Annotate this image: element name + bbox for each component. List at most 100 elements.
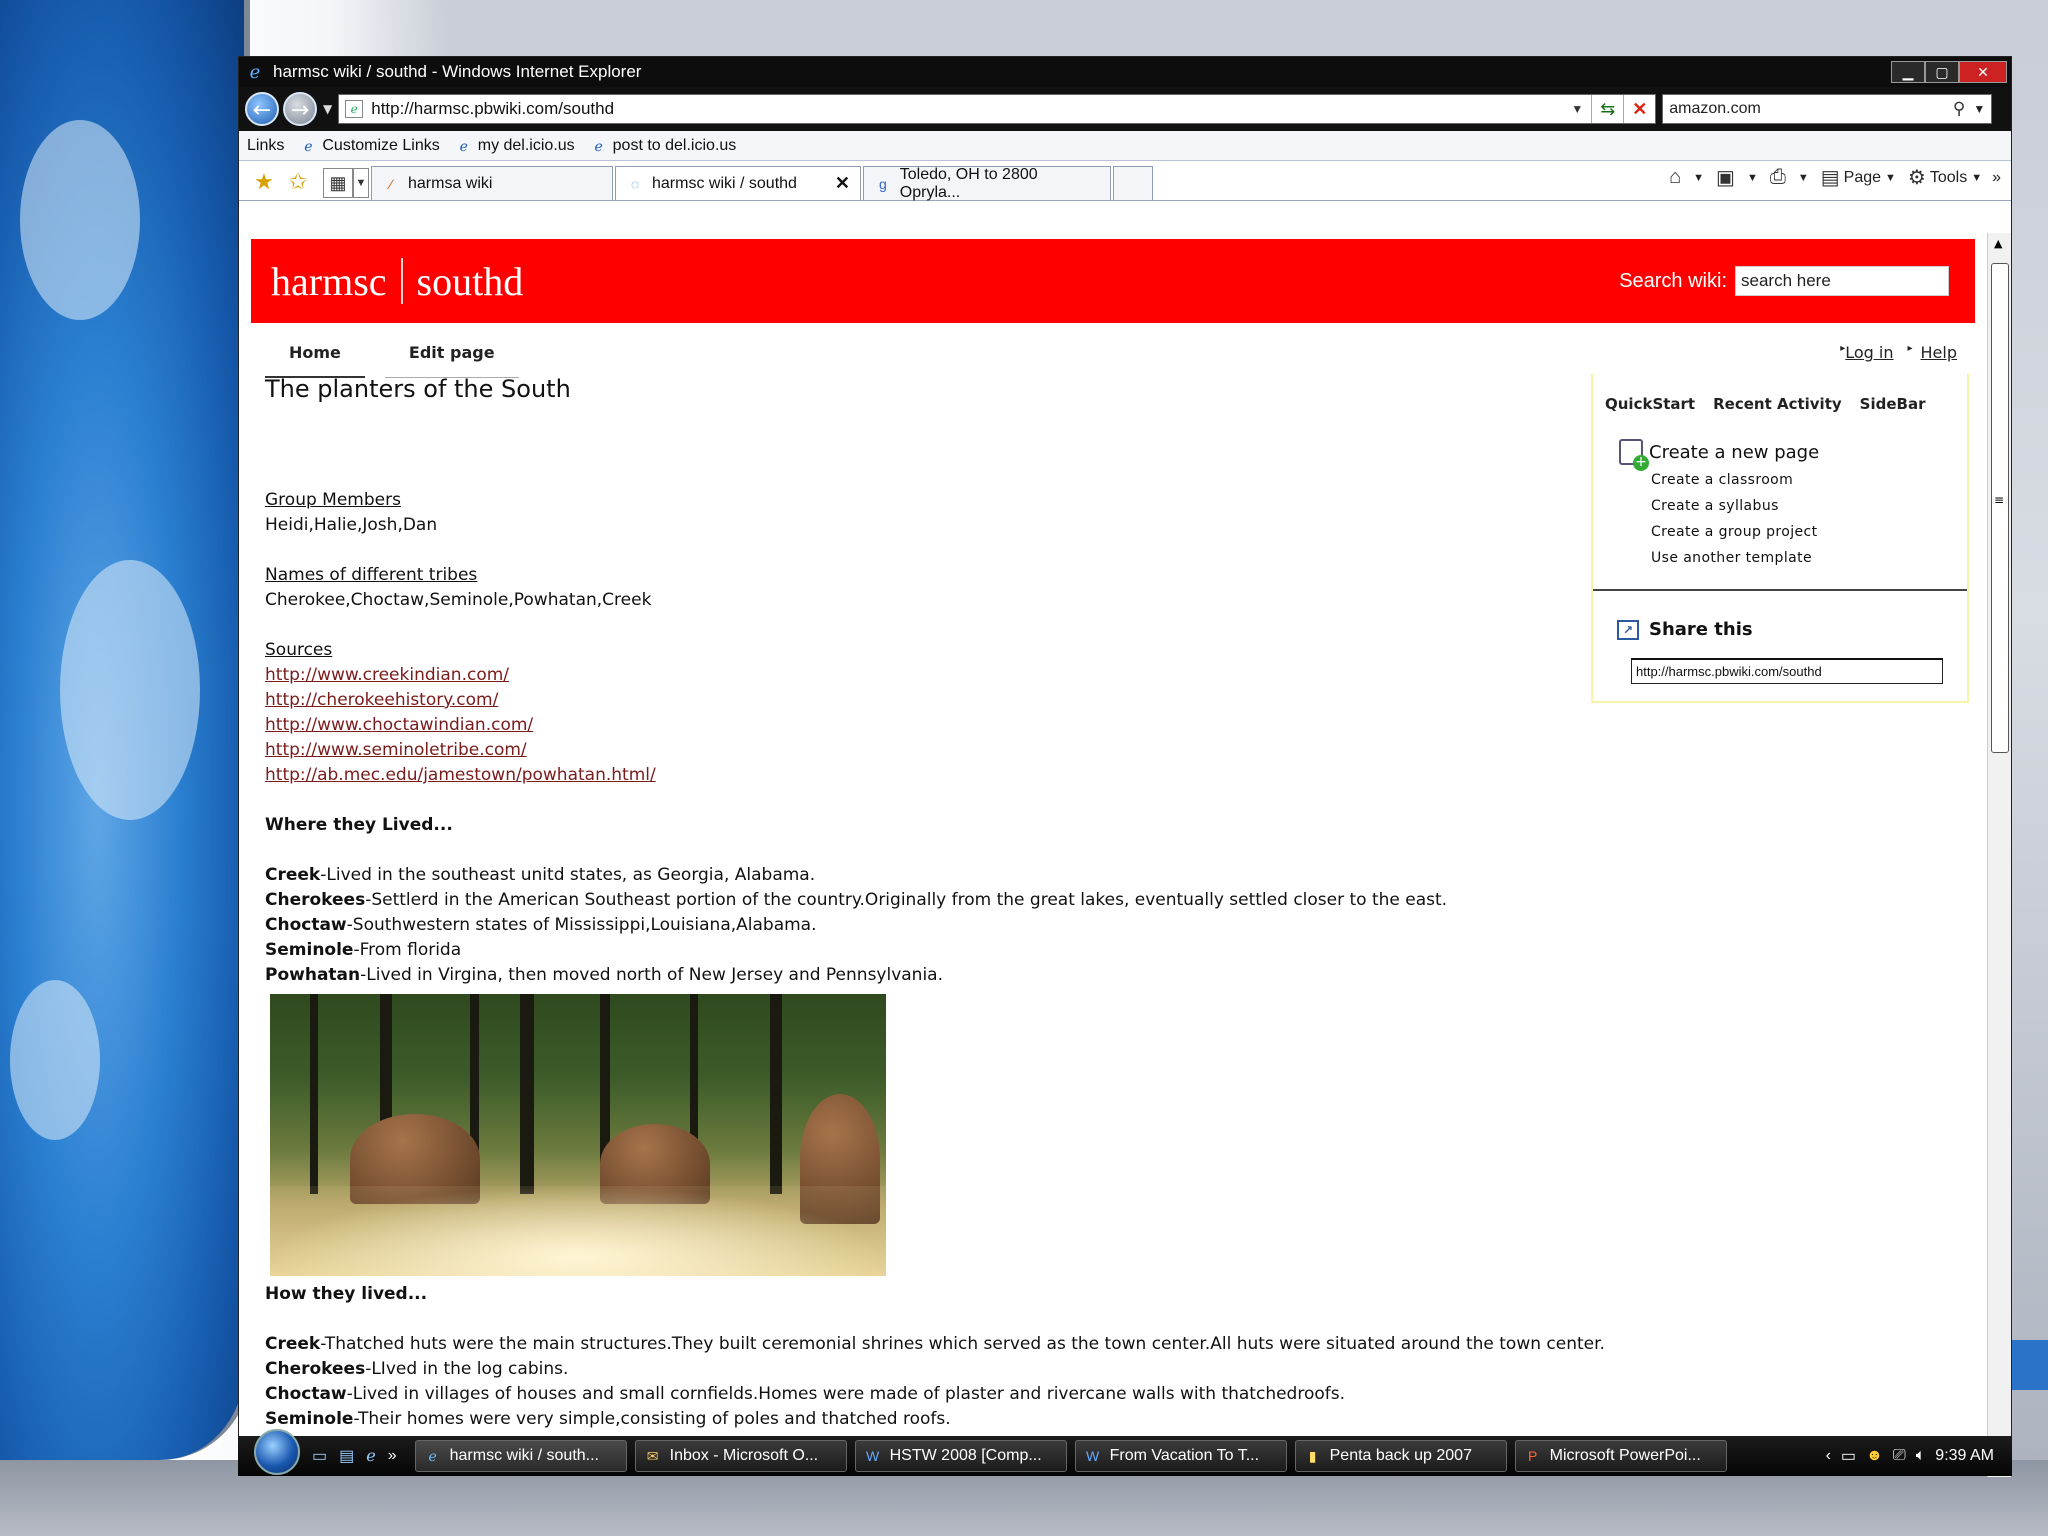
history-dropdown-icon[interactable]: ▼ [323,102,332,116]
more-quicklaunch-icon[interactable]: » [388,1447,397,1465]
tribes-heading: Names of different tribes [265,565,478,585]
print-icon[interactable]: ⎙ [1770,166,1786,189]
login-link[interactable]: Log in [1845,343,1893,362]
source-link[interactable]: http://ab.mec.edu/jamestown/powhatan.htm… [265,763,1765,788]
tab-harmsa-wiki[interactable]: ⁄ harmsa wiki [371,166,613,200]
tab-list-dropdown-icon[interactable]: ▼ [353,168,369,198]
stop-icon[interactable]: ✕ [1623,95,1655,123]
feeds-icon[interactable]: ▣ [1716,165,1735,190]
search-field[interactable]: amazon.com ⚲ ▼ [1662,94,1993,124]
browser-window: ℯ harmsc wiki / southd - Windows Interne… [238,56,2012,1477]
back-button[interactable]: ← [245,92,279,126]
share-url-input[interactable] [1631,658,1943,684]
create-classroom-link[interactable]: Create a classroom [1651,467,1967,493]
create-new-page-link[interactable]: Create a new page [1619,439,1967,471]
source-link[interactable]: http://cherokeehistory.com/ [265,688,1765,713]
wiki-search-input[interactable] [1735,266,1949,296]
tray-message-icon[interactable]: ▭ [1841,1446,1856,1466]
tools-menu[interactable]: Tools [1930,169,1967,187]
tray-chevron-icon[interactable]: ‹ [1826,1447,1831,1465]
arrow-icon: ▸ [1907,343,1913,354]
use-another-template-link[interactable]: Use another template [1651,545,1967,571]
create-syllabus-link[interactable]: Create a syllabus [1651,493,1967,519]
tab-close-icon[interactable]: ✕ [835,173,850,194]
brand-page: southd [416,258,524,304]
lived-row: Cherokees-Settlerd in the American South… [265,888,1765,913]
add-favorites-icon[interactable]: ✩ [281,166,315,200]
search-icon[interactable]: ⚲ [1953,99,1965,119]
help-link[interactable]: Help [1921,343,1957,362]
quick-tabs-icon[interactable]: ▦ [323,168,353,198]
task-outlook[interactable]: ✉ Inbox - Microsoft O... [634,1440,847,1472]
links-label: Links [247,136,285,154]
folder-icon: ▮ [1308,1447,1317,1464]
share-icon: ↗ [1617,619,1639,640]
forward-button[interactable]: → [283,92,317,126]
chevron-more-icon[interactable]: » [1992,169,2001,187]
home-dropdown-icon[interactable]: ▼ [1693,172,1704,184]
url-field[interactable]: ℯ http://harmsc.pbwiki.com/southd ▼ ⇆ ✕ [338,94,1657,124]
clock[interactable]: 9:39 AM [1935,1447,1994,1465]
source-link[interactable]: http://www.choctawindian.com/ [265,713,1765,738]
minimize-button[interactable]: ▁ [1891,61,1925,83]
task-powerpoint[interactable]: P Microsoft PowerPoi... [1514,1440,1727,1472]
tribe-name: Creek [265,865,321,885]
page-menu-dropdown-icon[interactable]: ▼ [1885,172,1896,184]
task-folder-penta[interactable]: ▮ Penta back up 2007 [1294,1440,1507,1472]
task-word-vacation[interactable]: W From Vacation To T... [1074,1440,1287,1472]
switch-windows-icon[interactable]: ▤ [339,1446,354,1466]
links-bar: Links ℯ Customize Links ℯ my del.icio.us ℯ… [239,131,2011,161]
photo-ground [270,1186,886,1276]
tribe-text: -Their homes were very simple,consisting… [353,1409,951,1429]
ie-quicklaunch-icon[interactable]: ℯ [366,1446,375,1466]
search-dropdown-icon[interactable]: ▼ [1973,102,1985,116]
lived-row: Seminole-From florida [265,938,1765,963]
feeds-dropdown-icon[interactable]: ▼ [1747,172,1758,184]
scrollbar-thumb[interactable] [1991,263,2009,753]
refresh-icon[interactable]: ⇆ [1591,95,1623,123]
print-dropdown-icon[interactable]: ▼ [1798,172,1809,184]
photo-tree [520,994,534,1194]
sidebar-tab-quickstart[interactable]: QuickStart [1605,395,1695,413]
tools-menu-dropdown-icon[interactable]: ▼ [1971,172,1982,184]
show-desktop-icon[interactable]: ▭ [312,1446,327,1466]
close-button[interactable]: ✕ [1959,61,2007,83]
new-page-icon [1619,439,1649,471]
source-link[interactable]: http://www.seminoletribe.com/ [265,738,1765,763]
desktop-accent [2010,1340,2048,1390]
task-word-hstw[interactable]: W HSTW 2008 [Comp... [854,1440,1067,1472]
sidebar-tab-recent-activity[interactable]: Recent Activity [1713,395,1842,413]
wiki-brand[interactable]: harmsc southd [251,258,523,305]
maximize-button[interactable]: ▢ [1925,61,1959,83]
sidebar-tab-sidebar[interactable]: SideBar [1860,395,1926,413]
create-group-project-link[interactable]: Create a group project [1651,519,1967,545]
tab-toledo[interactable]: g Toledo, OH to 2800 Opryla... [863,166,1111,201]
title-bar[interactable]: ℯ harmsc wiki / southd - Windows Interne… [239,57,2011,87]
tab-label: harmsc wiki / southd [652,174,797,192]
page-menu[interactable]: Page [1844,169,1881,187]
link-customize-links[interactable]: ℯ Customize Links [300,136,440,155]
sidebar-tabs: QuickStart Recent Activity SideBar [1593,373,1967,413]
page-viewport: harmsc southd Search wiki: Home Edit pag… [239,233,1987,1453]
word-icon: W [866,1448,880,1464]
home-icon[interactable]: ⌂ [1669,166,1681,189]
tab-harmsc-wiki-southd[interactable]: ◌ harmsc wiki / southd ✕ [615,166,861,200]
favorites-star-icon[interactable]: ★ [247,166,281,200]
vertical-scrollbar[interactable]: ▲ ≡ ▼ [1987,233,2011,1477]
how-heading: How they lived... [265,1284,428,1304]
scroll-up-icon[interactable]: ▲ [1994,237,2002,250]
task-ie[interactable]: ℯ harmsc wiki / south... [414,1440,627,1472]
link-label: Customize Links [322,136,440,154]
tray-messenger-icon[interactable]: ☻ [1866,1447,1883,1465]
new-tab-button[interactable] [1113,166,1153,200]
link-post-delicious[interactable]: ℯ post to del.icio.us [591,137,737,155]
ie-page-icon: ℯ [594,137,603,154]
tribe-name: Choctaw [265,1384,347,1404]
source-link[interactable]: http://www.creekindian.com/ [265,663,1765,688]
tray-volume-icon[interactable]: 🔈︎ [1916,1447,1926,1465]
link-my-delicious[interactable]: ℯ my del.icio.us [456,137,575,155]
start-button[interactable] [254,1429,300,1475]
tray-network-icon[interactable]: ⎚ [1893,1447,1906,1465]
url-dropdown-icon[interactable]: ▼ [1563,102,1591,116]
